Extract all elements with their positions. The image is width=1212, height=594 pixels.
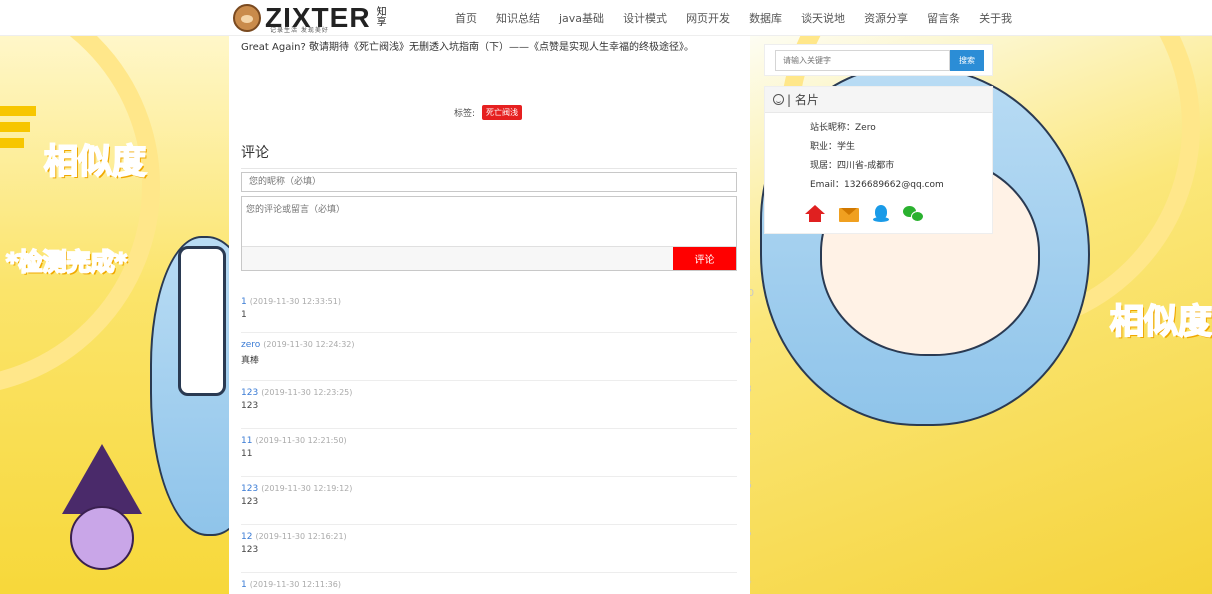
- comment-item: 123 (2019-11-30 12:19:12) 123: [241, 477, 737, 525]
- comment-textarea[interactable]: [242, 197, 736, 247]
- comment-time: (2019-11-30 12:23:25): [261, 388, 353, 397]
- contact-icons: [805, 205, 924, 223]
- nav-home[interactable]: 首页: [455, 10, 477, 26]
- left-stripe-3: [0, 138, 24, 148]
- main-nav: 首页 知识总结 java基础 设计模式 网页开发 数据库 谈天说地 资源分享 留…: [455, 0, 1031, 36]
- nickname-input[interactable]: [241, 172, 737, 192]
- comment-list: 1 (2019-11-30 12:33:51) 1 zero (2019-11-30…: [241, 291, 737, 594]
- comment-time: (2019-11-30 12:16:21): [255, 532, 347, 541]
- profile-card-title: | 名片: [787, 93, 819, 107]
- search-panel: 搜索: [764, 44, 993, 76]
- nav-about[interactable]: 关于我: [979, 10, 1012, 26]
- nav-resources[interactable]: 资源分享: [864, 10, 908, 26]
- logo-cn-bottom: 享: [376, 17, 387, 28]
- nav-knowledge[interactable]: 知识总结: [496, 10, 540, 26]
- profile-card-header: | 名片: [765, 87, 992, 113]
- left-ray-ring: [0, 36, 160, 396]
- nav-guestbook[interactable]: 留言条: [927, 10, 960, 26]
- left-stripe-1: [0, 106, 36, 116]
- comment-item: 11 (2019-11-30 12:21:50) 11: [241, 429, 737, 477]
- comment-author[interactable]: 12: [241, 532, 252, 542]
- right-similarity-word: 相似度: [1109, 301, 1212, 343]
- comment-body: 真棒: [241, 356, 260, 366]
- comment-author[interactable]: 1: [241, 297, 247, 307]
- comment-body: 123: [241, 497, 259, 507]
- smile-icon: [773, 94, 784, 105]
- site-header: ZIXTER 知 享 记录生活 发现美好 首页 知识总结 java基础 设计模式…: [0, 0, 1212, 36]
- witch-hat-illustration: [62, 444, 142, 514]
- nav-java[interactable]: java基础: [559, 10, 604, 26]
- comment-time: (2019-11-30 12:24:32): [263, 340, 355, 349]
- profile-email: Email：1326689662@qq.com: [810, 180, 944, 190]
- home-icon[interactable]: [805, 205, 825, 223]
- comment-time: (2019-11-30 12:33:51): [249, 297, 341, 306]
- nav-design-patterns[interactable]: 设计模式: [623, 10, 667, 26]
- comment-form: 评论: [241, 196, 737, 271]
- comment-author[interactable]: 123: [241, 388, 258, 398]
- comment-section-title: 评论: [241, 142, 737, 169]
- left-detection-word: *检测完成*: [5, 247, 128, 277]
- comment-body: 123: [241, 545, 259, 555]
- nav-chat[interactable]: 谈天说地: [801, 10, 845, 26]
- comment-item: 12 (2019-11-30 12:16:21) 123: [241, 525, 737, 573]
- comment-item: 1 (2019-11-30 12:11:36): [241, 573, 737, 594]
- tags-label: 标签:: [454, 109, 476, 119]
- comment-item: zero (2019-11-30 12:24:32) 真棒: [241, 333, 737, 381]
- profile-location: 现居：四川省-成都市: [810, 161, 895, 171]
- comment-author[interactable]: 11: [241, 436, 252, 446]
- comment-body: 1: [241, 310, 247, 320]
- logo-cn: 知 享: [377, 8, 387, 28]
- mail-icon[interactable]: [839, 208, 859, 222]
- left-similarity-word: 相似度: [43, 141, 147, 183]
- tag-pill[interactable]: 死亡阀浅: [482, 105, 523, 120]
- logo-tagline: 记录生活 发现美好: [270, 27, 329, 34]
- left-background-art: 相似度 *检测完成*: [0, 36, 229, 594]
- comment-body: 11: [241, 449, 253, 459]
- comment-time: (2019-11-30 12:21:50): [255, 436, 347, 445]
- bear-mascot-icon: [233, 4, 261, 32]
- left-stripe-2: [0, 122, 30, 132]
- comment-author[interactable]: 1: [241, 580, 247, 590]
- nav-database[interactable]: 数据库: [749, 10, 782, 26]
- article-main: Great Again? 敬请期待《死亡阀浅》无删透入坑指南（下）——《点赞是实…: [229, 36, 750, 594]
- wechat-icon[interactable]: [903, 205, 924, 223]
- comment-item: 123 (2019-11-30 12:23:25) 123: [241, 381, 737, 429]
- comment-item: 1 (2019-11-30 12:33:51) 1: [241, 291, 737, 333]
- profile-nickname: 站长昵称：Zero: [810, 123, 876, 133]
- comment-body: 123: [241, 401, 259, 411]
- witch-character-illustration: [70, 506, 134, 570]
- profile-card-details: 站长昵称：Zero 职业：学生 现居：四川省-成都市 Email：1326689…: [765, 113, 992, 195]
- profile-occupation: 职业：学生: [810, 142, 856, 152]
- search-input[interactable]: [775, 50, 950, 71]
- comment-time: (2019-11-30 12:11:36): [249, 580, 341, 589]
- article-tags: 标签: 死亡阀浅: [454, 105, 523, 120]
- comment-time: (2019-11-30 12:19:12): [261, 484, 353, 493]
- left-phone-illustration: [178, 246, 226, 396]
- article-intro-line: Great Again? 敬请期待《死亡阀浅》无删透入坑指南（下）——《点赞是实…: [241, 42, 694, 53]
- search-button[interactable]: 搜索: [950, 50, 984, 71]
- comment-author[interactable]: zero: [241, 340, 260, 350]
- profile-card: | 名片 站长昵称：Zero 职业：学生 现居：四川省-成都市 Email：13…: [764, 86, 993, 234]
- qq-icon[interactable]: [873, 205, 889, 223]
- nav-web-dev[interactable]: 网页开发: [686, 10, 730, 26]
- submit-comment-button[interactable]: 评论: [673, 247, 736, 270]
- comment-author[interactable]: 123: [241, 484, 258, 494]
